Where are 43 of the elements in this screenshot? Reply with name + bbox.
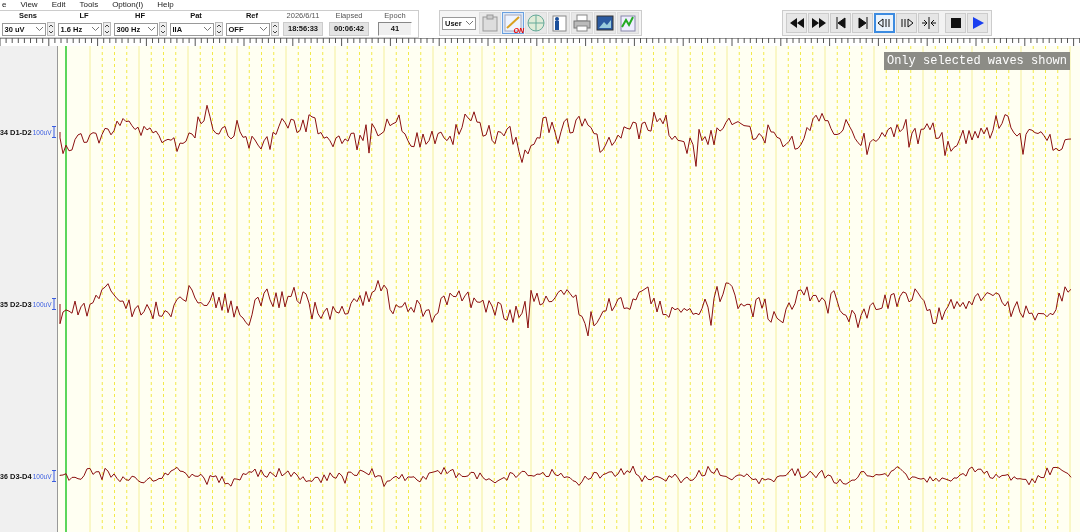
- last-button[interactable]: [852, 13, 873, 33]
- menu-item[interactable]: Tools: [79, 0, 99, 10]
- spinner-icon[interactable]: [102, 22, 111, 36]
- chevron-icon: [466, 21, 473, 25]
- scale-bar-icon: [52, 298, 57, 310]
- clipboard-icon: [480, 13, 500, 33]
- first-button[interactable]: [830, 13, 851, 33]
- chevron-icon: [35, 27, 43, 31]
- fit-button[interactable]: [918, 13, 939, 33]
- spinner-icon[interactable]: [214, 22, 223, 36]
- printer-icon: [572, 13, 592, 33]
- clipboard-button[interactable]: [479, 12, 501, 34]
- chevron-icon: [259, 27, 267, 31]
- image-icon: [595, 13, 615, 33]
- fit-icon: [920, 17, 937, 29]
- chevron-icon: [91, 27, 99, 31]
- rewind-icon: [788, 17, 805, 29]
- document-button[interactable]: [548, 12, 570, 34]
- chevron-icon: [147, 27, 155, 31]
- menu-item[interactable]: Option(I): [112, 0, 144, 10]
- pen-icon: [503, 13, 523, 33]
- stop-button[interactable]: [945, 13, 966, 33]
- document-icon: [549, 13, 569, 33]
- chart-icon: [618, 13, 638, 33]
- spinner-icon[interactable]: [270, 22, 279, 36]
- scale-bar-icon: [52, 126, 57, 138]
- menu-item[interactable]: e: [2, 0, 7, 10]
- scale-bar-icon: [52, 470, 57, 482]
- step-back-icon: [876, 17, 893, 29]
- menu-item[interactable]: Edit: [51, 0, 66, 10]
- rewind-button[interactable]: [786, 13, 807, 33]
- image-button[interactable]: [594, 12, 616, 34]
- play-button[interactable]: [967, 13, 988, 33]
- chevron-icon: [203, 27, 211, 31]
- overlay-note: Only selected waves shown: [883, 52, 1070, 70]
- fast-forward-button[interactable]: [808, 13, 829, 33]
- menu-item[interactable]: Help: [157, 0, 174, 10]
- menu-item[interactable]: View: [20, 0, 38, 10]
- fast-forward-icon: [810, 17, 827, 29]
- spinner-icon[interactable]: [46, 22, 55, 36]
- spinner-icon[interactable]: [158, 22, 167, 36]
- globe-icon: [526, 13, 546, 33]
- step-forward-icon: [898, 17, 915, 29]
